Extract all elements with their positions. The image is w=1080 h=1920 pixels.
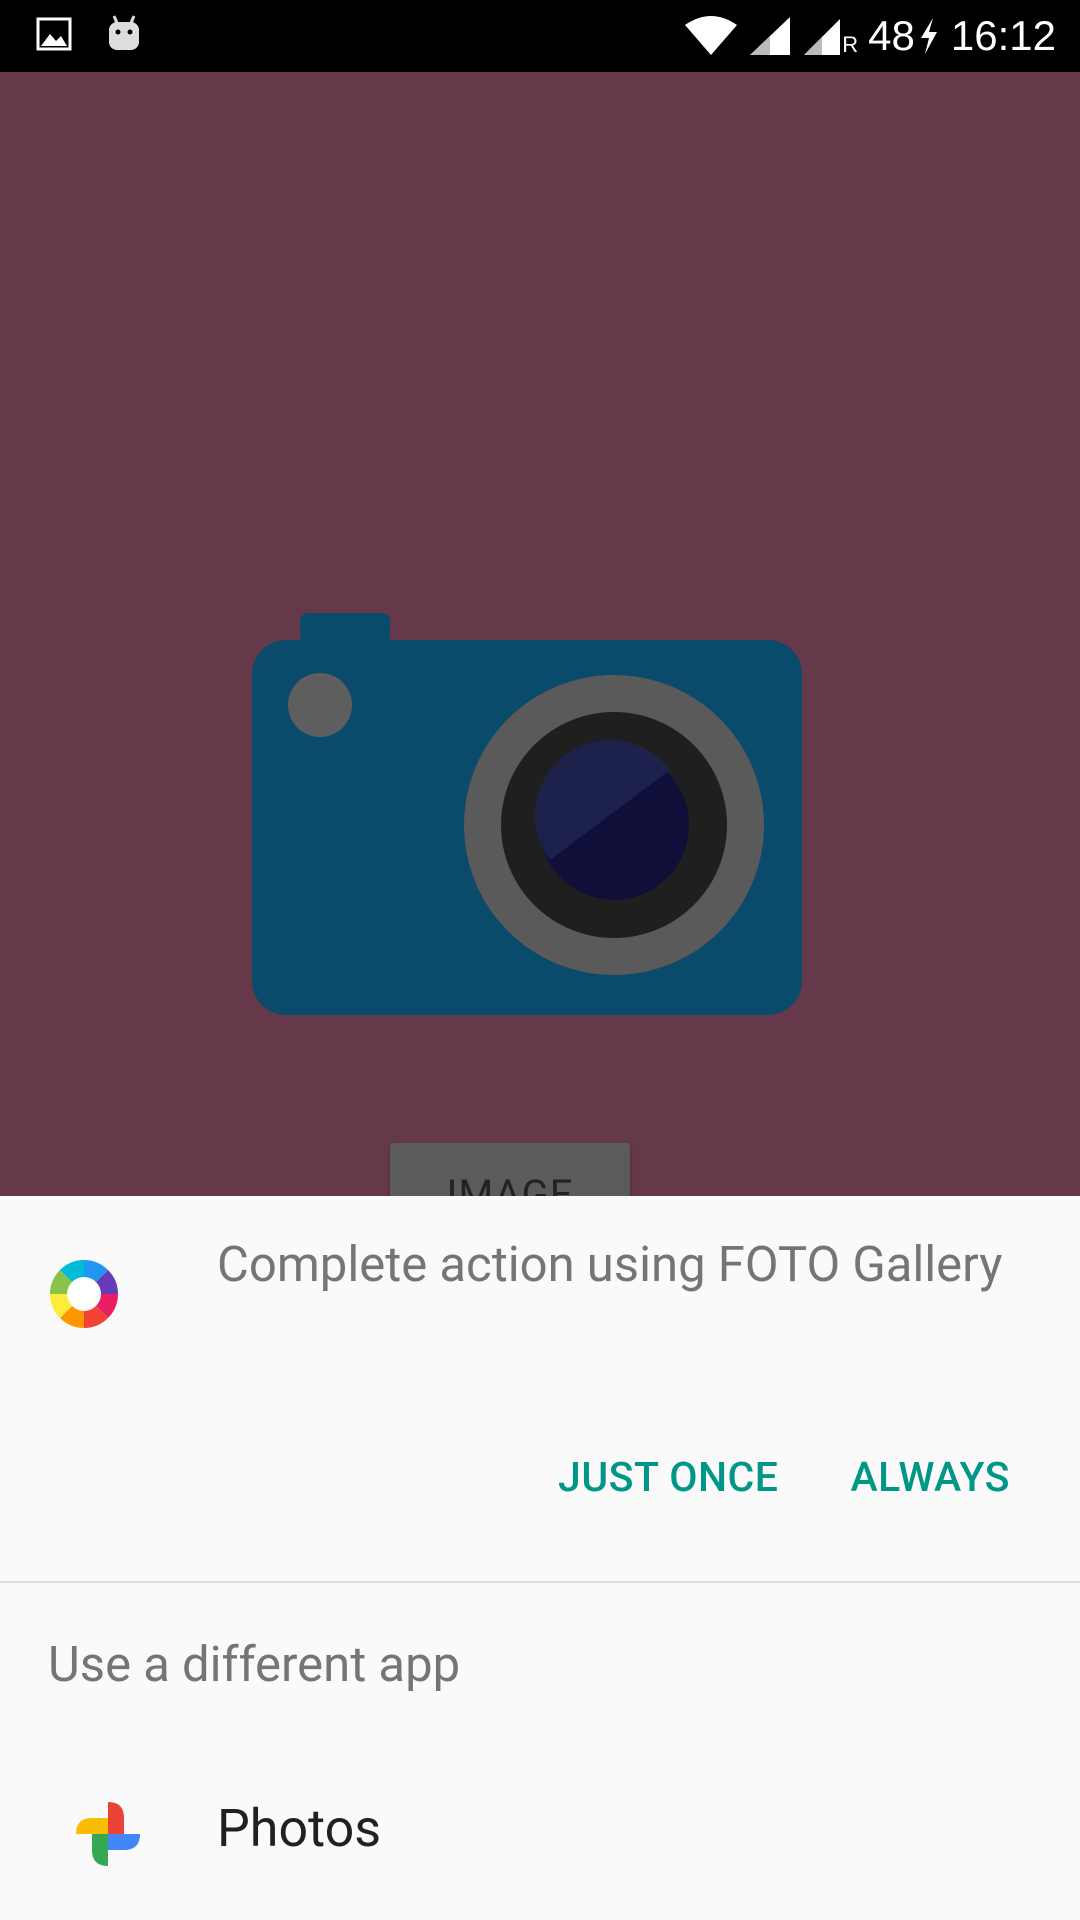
always-button[interactable]: ALWAYS [850,1454,1010,1502]
chooser-title: Complete action using FOTO Gallery [217,1236,1003,1293]
foto-gallery-icon [50,1260,118,1328]
cell-signal-roaming-icon [804,19,841,55]
charging-icon [920,18,937,54]
wifi-icon [685,16,738,55]
app-chooser-sheet: Complete action using FOTO Gallery JUST … [0,1196,1080,1920]
android-debug-icon [109,15,139,50]
cell-signal-icon [750,17,791,55]
just-once-button[interactable]: JUST ONCE [558,1454,778,1502]
chooser-actions: JUST ONCE ALWAYS [558,1454,1010,1502]
divider [0,1581,1080,1583]
clock: 16:12 [950,12,1056,59]
status-bar: R 48 16:12 [0,0,1080,72]
image-notification-icon [36,17,72,51]
use-different-app-heading: Use a different app [48,1636,461,1693]
camera-illustration-icon [252,613,802,1015]
roaming-indicator: R [842,32,859,57]
google-photos-icon [76,1802,140,1866]
app-item-photos[interactable]: Photos [0,1776,1080,1906]
battery-level: 48 [868,12,915,59]
app-item-label: Photos [217,1798,382,1859]
